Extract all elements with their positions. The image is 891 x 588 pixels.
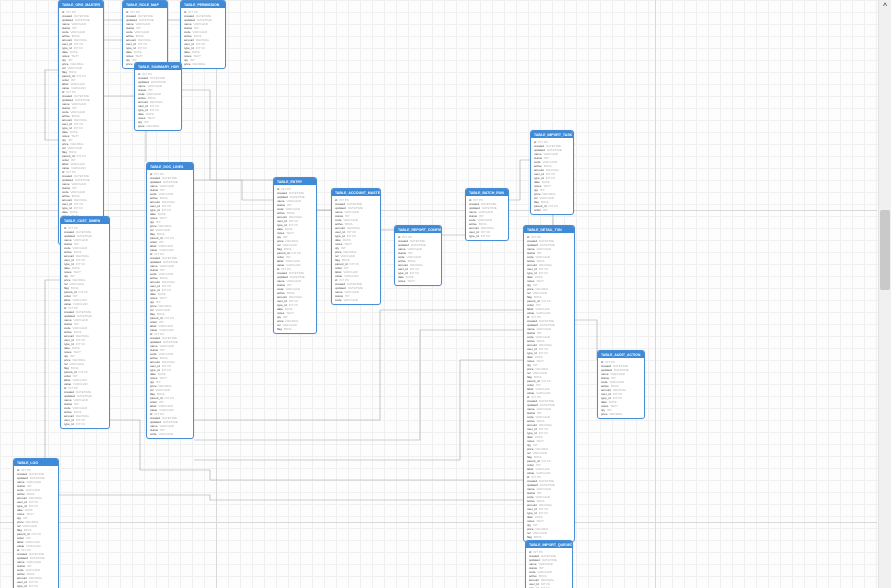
entity-body: idINT PKcreatedDATETIMEupdatedDATETIMEna… xyxy=(123,8,167,68)
vertical-scrollbar[interactable]: ^ xyxy=(878,0,891,588)
scroll-up-icon[interactable]: ^ xyxy=(879,0,891,12)
entity-body: idINT PKcreatedDATETIMEupdatedDATETIMEna… xyxy=(332,196,380,304)
entity-tbl-bottom[interactable]: TABLE_IMPORT_QUEUEDidINT PKcreatedDATETI… xyxy=(525,540,573,588)
grid-major-v xyxy=(216,0,217,588)
entity-tbl-big-l[interactable]: TABLE_CUST_DIMENidINT PKcreatedDATETIMEu… xyxy=(60,216,110,429)
entity-tbl-c2[interactable]: TABLE_ACCOUNT_MASTERidINT PKcreatedDATET… xyxy=(331,188,381,305)
entity-tbl-left-tall[interactable]: TABLE_ORG_MASTERidINT PKcreatedDATETIMEu… xyxy=(58,0,104,245)
grid-major-h xyxy=(0,522,877,523)
entity-tbl-bl[interactable]: TABLE_LOGidINT PKcreatedDATETIMEupdatedD… xyxy=(13,458,59,588)
entity-body: idINT PKcreatedDATETIMEupdatedDATETIMEna… xyxy=(274,185,316,333)
relationship-line xyxy=(194,180,273,200)
entity-header: TABLE_REPORT_CONFIG_X xyxy=(395,226,441,233)
entity-body: idINT PKcreatedDATETIMEupdatedDATETIMEna… xyxy=(395,233,441,285)
field-row: priceDECIMAL xyxy=(601,412,641,416)
entity-header: TABLE_ROLE_MAP xyxy=(123,1,167,8)
entity-body: idINT PKcreatedDATETIMEupdatedDATETIMEna… xyxy=(14,466,58,588)
entity-header: TABLE_IMPORT_TASK xyxy=(531,131,573,138)
scrollbar-thumb[interactable] xyxy=(880,210,890,290)
relationship-line xyxy=(575,320,597,360)
entity-tbl-a2[interactable]: TABLE_ROLE_MAPidINT PKcreatedDATETIMEupd… xyxy=(122,0,168,69)
field-row: codeVARCHAR xyxy=(335,298,377,302)
entity-header: TABLE_SUMMARY_HDR xyxy=(135,63,181,70)
entity-tbl-sumry[interactable]: TABLE_SUMMARY_HDRidINT PKcreatedDATETIME… xyxy=(134,62,182,131)
entity-body: idINT PKcreatedDATETIMEupdatedDATETIMEna… xyxy=(526,548,572,588)
entity-header: TABLE_LOG xyxy=(14,459,58,466)
field-row: notesTEXT xyxy=(398,279,438,283)
entity-body: idINT PKcreatedDATETIMEupdatedDATETIMEna… xyxy=(524,233,574,541)
entity-tbl-right-tall[interactable]: TABLE_DETAIL_TXNidINT PKcreatedDATETIMEu… xyxy=(523,225,575,542)
grid-major-v xyxy=(655,0,656,588)
entity-header: TABLE_ENTRY xyxy=(274,178,316,185)
entity-tbl-r-sm[interactable]: TABLE_AUDIT_ACTIONidINT PKcreatedDATETIM… xyxy=(597,350,645,419)
entity-body: idINT PKcreatedDATETIMEupdatedDATETIMEna… xyxy=(531,138,573,214)
field-row: orderINT xyxy=(534,208,570,212)
entity-header: TABLE_ORG_MASTER xyxy=(59,1,103,8)
entity-header: TABLE_BATCH_RUN xyxy=(466,189,508,196)
entity-body: idINT PKcreatedDATETIMEupdatedDATETIMEna… xyxy=(135,70,181,130)
relationship-line xyxy=(59,495,523,500)
relationship-line xyxy=(509,160,530,200)
erd-canvas[interactable]: TABLE_USERidINT PKcreatedDATETIMEupdated… xyxy=(0,0,891,588)
entity-tbl-top-r[interactable]: TABLE_IMPORT_TASKidINT PKcreatedDATETIME… xyxy=(530,130,574,215)
entity-tbl-a3[interactable]: TABLE_PERMISSIONidINT PKcreatedDATETIMEu… xyxy=(180,0,226,69)
field-row: priceDECIMAL xyxy=(138,124,178,128)
entity-header: TABLE_CUST_DIMEN xyxy=(61,217,109,224)
entity-body: idINT PKcreatedDATETIMEupdatedDATETIMEna… xyxy=(61,224,109,428)
entity-header: TABLE_ACCOUNT_MASTER xyxy=(332,189,380,196)
field-row: type_idINT FK xyxy=(17,584,55,588)
entity-tbl-mid-tall[interactable]: TABLE_DOC_LINESidINT PKcreatedDATETIMEup… xyxy=(146,162,194,439)
relationship-line xyxy=(194,310,523,420)
entity-header: TABLE_DETAIL_TXN xyxy=(524,226,574,233)
relationship-line xyxy=(194,360,523,460)
field-row: type_idINT FK xyxy=(469,234,505,238)
entity-body: idINT PKcreatedDATETIMEupdatedDATETIMEna… xyxy=(59,8,103,244)
entity-body: idINT PKcreatedDATETIMEupdatedDATETIMEna… xyxy=(181,8,225,68)
entity-tbl-c4[interactable]: TABLE_BATCH_RUNidINT PKcreatedDATETIMEup… xyxy=(465,188,509,241)
entity-tbl-c1[interactable]: TABLE_ENTRYidINT PKcreatedDATETIMEupdate… xyxy=(273,177,317,334)
entity-body: idINT PKcreatedDATETIMEupdatedDATETIMEna… xyxy=(147,170,193,438)
entity-header: TABLE_PERMISSION xyxy=(181,1,225,8)
field-row: flagBOOL xyxy=(527,535,571,539)
field-row: priceDECIMAL xyxy=(184,62,222,66)
entity-body: idINT PKcreatedDATETIMEupdatedDATETIMEna… xyxy=(466,196,508,240)
field-row: flagBOOL xyxy=(277,327,313,331)
entity-header: TABLE_IMPORT_QUEUED xyxy=(526,541,572,548)
entity-tbl-c3[interactable]: TABLE_REPORT_CONFIG_XidINT PKcreatedDATE… xyxy=(394,225,442,286)
relationship-line xyxy=(194,330,523,440)
field-row: codeVARCHAR xyxy=(150,432,190,436)
field-row: type_idINT FK xyxy=(64,422,106,426)
entity-header: TABLE_DOC_LINES xyxy=(147,163,193,170)
entity-header: TABLE_AUDIT_ACTION xyxy=(598,351,644,358)
entity-body: idINT PKcreatedDATETIMEupdatedDATETIMEna… xyxy=(598,358,644,418)
grid-major-h xyxy=(0,210,877,211)
